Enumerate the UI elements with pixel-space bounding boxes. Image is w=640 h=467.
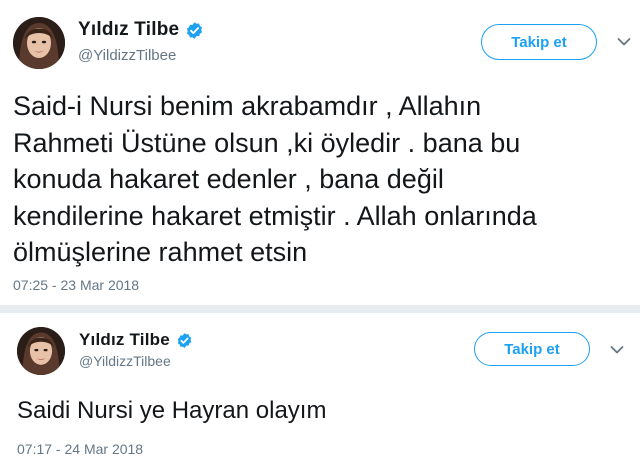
tweet-text: Said-i Nursi benim akrabamdır , Allahın …	[13, 91, 537, 267]
verified-badge-icon	[187, 21, 203, 39]
follow-button[interactable]: Takip et	[481, 24, 597, 60]
display-name[interactable]: Yıldız Tilbe	[78, 19, 179, 41]
tweet-card: Yıldız Tilbe @YildizzTilbee Takip et Sai…	[0, 0, 640, 305]
avatar[interactable]	[13, 17, 65, 69]
chevron-down-icon	[617, 38, 631, 46]
tweet-timestamp[interactable]: 07:25 - 23 Mar 2018	[13, 277, 139, 293]
tweet-menu-button[interactable]	[607, 340, 627, 360]
author-name-row: Yıldız Tilbe	[78, 19, 204, 41]
avatar-photo-icon	[13, 17, 65, 69]
tweet-separator	[0, 305, 640, 313]
tweet-menu-button[interactable]	[614, 32, 634, 52]
avatar[interactable]	[17, 327, 65, 375]
chevron-down-icon	[610, 346, 624, 354]
author-handle[interactable]: @YildizzTilbee	[79, 353, 171, 369]
display-name[interactable]: Yıldız Tilbe	[79, 330, 170, 350]
tweet-text: Saidi Nursi ye Hayran olayım	[17, 397, 327, 424]
verified-badge-icon	[177, 332, 192, 348]
tweet-card: Yıldız Tilbe @YildizzTilbee Takip et Sai…	[0, 313, 640, 467]
avatar-photo-icon	[17, 327, 65, 375]
follow-button[interactable]: Takip et	[474, 332, 590, 366]
tweet-feed: Yıldız Tilbe @YildizzTilbee Takip et Sai…	[0, 0, 640, 467]
tweet-timestamp[interactable]: 07:17 - 24 Mar 2018	[17, 441, 143, 457]
author-name-row: Yıldız Tilbe	[79, 330, 193, 350]
author-handle[interactable]: @YildizzTilbee	[78, 47, 176, 64]
